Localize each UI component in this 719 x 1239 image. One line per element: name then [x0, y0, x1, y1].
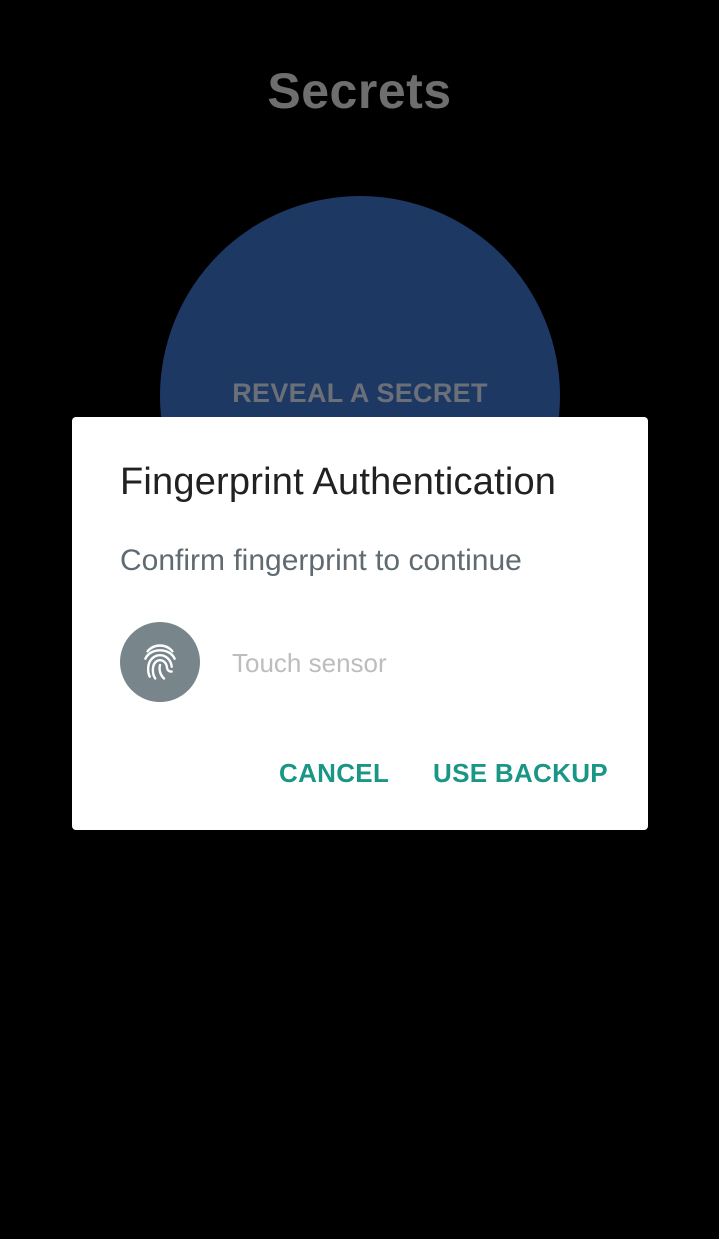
fingerprint-status: Touch sensor	[232, 648, 387, 678]
reveal-secret-label: REVEAL A SECRET	[232, 378, 488, 408]
dialog-title: Fingerprint Authentication	[120, 461, 557, 503]
fingerprint-badge	[120, 622, 200, 702]
dialog-message: Confirm fingerprint to continue	[120, 544, 522, 577]
use-backup-button[interactable]: USE BACKUP	[433, 758, 608, 789]
app-title: Secrets	[267, 63, 452, 119]
fingerprint-icon	[144, 644, 176, 680]
fingerprint-dialog: Fingerprint Authentication Confirm finge…	[72, 417, 648, 830]
cancel-button[interactable]: CANCEL	[279, 758, 389, 789]
